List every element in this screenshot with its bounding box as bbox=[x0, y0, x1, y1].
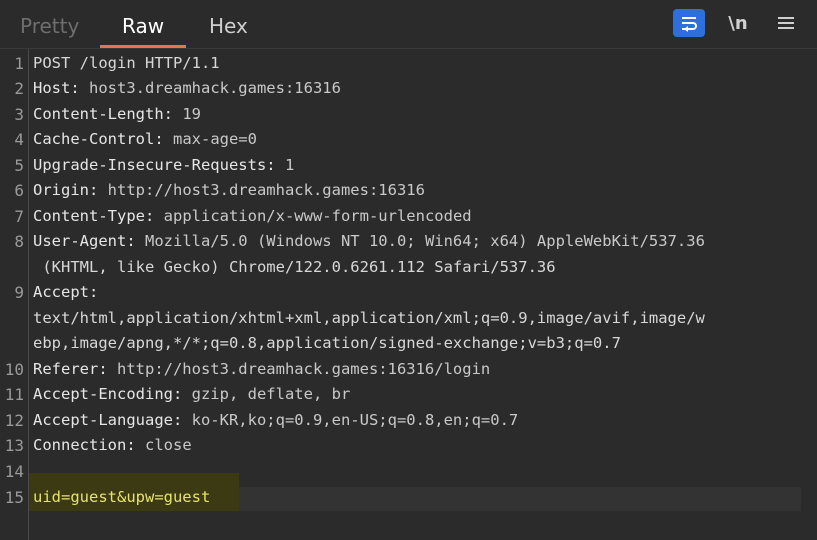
line-number: 13 bbox=[4, 436, 24, 455]
header-content-length: Content-Length: 19 bbox=[33, 105, 201, 123]
hamburger-menu-icon bbox=[778, 17, 794, 29]
tab-pretty[interactable]: Pretty bbox=[20, 14, 79, 40]
header-value: Mozilla/5.0 (Windows NT 10.0; Win64; x64… bbox=[135, 232, 705, 250]
header-user-agent: User-Agent: Mozilla/5.0 (Windows NT 10.0… bbox=[33, 232, 705, 250]
header-key: Content-Length: bbox=[33, 105, 173, 123]
line-number: 8 bbox=[14, 232, 24, 251]
line-number: 5 bbox=[14, 156, 24, 175]
line-number: 7 bbox=[14, 207, 24, 226]
wrap-lines-button[interactable] bbox=[673, 9, 705, 37]
http-request-editor-panel: Pretty Raw Hex \n 1 POST /login HTTP/1.1… bbox=[0, 0, 817, 540]
header-key: Origin: bbox=[33, 181, 99, 199]
header-cache-control: Cache-Control: max-age=0 bbox=[33, 130, 257, 148]
line-number: 10 bbox=[4, 360, 24, 379]
header-accept-wrap-2: ebp,image/apng,*/*;q=0.8,application/sig… bbox=[33, 334, 621, 352]
header-origin: Origin: http://host3.dreamhack.games:163… bbox=[33, 181, 425, 199]
header-value: max-age=0 bbox=[163, 130, 257, 148]
header-accept-encoding: Accept-Encoding: gzip, deflate, br bbox=[33, 385, 350, 403]
line-number: 11 bbox=[4, 385, 24, 404]
header-key: Connection: bbox=[33, 436, 136, 454]
header-value: application/x-www-form-urlencoded bbox=[154, 207, 472, 225]
header-key: Content-Type: bbox=[33, 207, 155, 225]
header-accept-wrap-1: text/html,application/xhtml+xml,applicat… bbox=[33, 309, 705, 327]
request-body: uid=guest&upw=guest bbox=[33, 488, 211, 506]
line-number: 3 bbox=[14, 105, 24, 124]
header-referer: Referer: http://host3.dreamhack.games:16… bbox=[33, 360, 490, 378]
tab-hex[interactable]: Hex bbox=[209, 14, 248, 40]
header-value: http://host3.dreamhack.games:16316 bbox=[98, 181, 425, 199]
header-value: 19 bbox=[172, 105, 201, 123]
active-tab-indicator bbox=[100, 45, 186, 48]
gutter-divider bbox=[28, 49, 29, 540]
header-value: 1 bbox=[275, 156, 295, 174]
request-line: POST /login HTTP/1.1 bbox=[33, 54, 220, 72]
line-number: 12 bbox=[4, 411, 24, 430]
wrap-lines-icon bbox=[682, 17, 697, 32]
line-number: 1 bbox=[14, 54, 24, 73]
header-value: http://host3.dreamhack.games:16316/login bbox=[107, 360, 491, 378]
header-host: Host: host3.dreamhack.games:16316 bbox=[33, 79, 341, 97]
header-accept-language: Accept-Language: ko-KR,ko;q=0.9,en-US;q=… bbox=[33, 411, 518, 429]
header-key: Accept-Language: bbox=[33, 411, 183, 429]
view-tab-bar: Pretty Raw Hex \n bbox=[0, 0, 817, 49]
line-number: 15 bbox=[4, 488, 24, 507]
header-accept: Accept: bbox=[33, 283, 98, 301]
header-content-type: Content-Type: application/x-www-form-url… bbox=[33, 207, 472, 225]
header-value: close bbox=[135, 436, 192, 454]
header-key: Accept-Encoding: bbox=[33, 385, 183, 403]
header-value: host3.dreamhack.games:16316 bbox=[79, 79, 341, 97]
raw-request-editor[interactable]: 1 POST /login HTTP/1.1 2 Host: host3.dre… bbox=[0, 49, 817, 540]
header-key: Upgrade-Insecure-Requests: bbox=[33, 156, 276, 174]
menu-button[interactable] bbox=[772, 9, 800, 37]
line-number: 14 bbox=[4, 462, 24, 481]
header-key: User-Agent: bbox=[33, 232, 136, 250]
line-number: 9 bbox=[14, 283, 24, 302]
tab-raw[interactable]: Raw bbox=[122, 14, 164, 40]
header-key: Referer: bbox=[33, 360, 108, 378]
line-number: 4 bbox=[14, 130, 24, 149]
header-value: gzip, deflate, br bbox=[182, 385, 351, 403]
header-upgrade-insecure-requests: Upgrade-Insecure-Requests: 1 bbox=[33, 156, 294, 174]
header-user-agent-wrap: (KHTML, like Gecko) Chrome/122.0.6261.11… bbox=[33, 258, 556, 276]
line-number: 2 bbox=[14, 79, 24, 98]
header-value: ko-KR,ko;q=0.9,en-US;q=0.8,en;q=0.7 bbox=[182, 411, 519, 429]
show-newlines-button[interactable]: \n bbox=[724, 9, 752, 37]
header-key: Accept: bbox=[33, 283, 99, 301]
header-connection: Connection: close bbox=[33, 436, 192, 454]
line-number: 6 bbox=[14, 181, 24, 200]
header-key: Host: bbox=[33, 79, 80, 97]
header-key: Cache-Control: bbox=[33, 130, 164, 148]
